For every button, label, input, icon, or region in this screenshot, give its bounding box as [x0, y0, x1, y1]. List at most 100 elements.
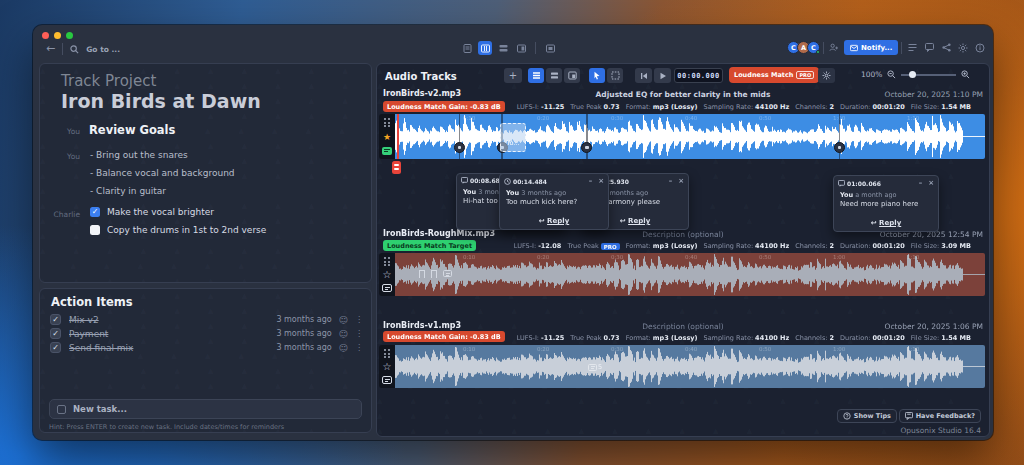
reaction-icon[interactable]: ☺: [339, 329, 348, 339]
stat: Format:mp3 (Lossy): [626, 103, 698, 111]
show-tips-button[interactable]: Show Tips: [837, 409, 897, 423]
loudness-gain-badge: Loudness Match Gain: -0.83 dB: [383, 101, 505, 112]
checkbox-checked[interactable]: ✓: [90, 207, 100, 217]
info-icon[interactable]: [973, 41, 987, 55]
waveform-track-3[interactable]: 0:100:200:300:400:501:001:10 5: [395, 345, 985, 388]
add-user-icon[interactable]: [827, 41, 841, 55]
reaction-icon[interactable]: ☺: [339, 343, 348, 353]
action-item-row[interactable]: ✓ Send final mix 3 months ago ☺ ⋮: [50, 341, 363, 354]
comment-marker[interactable]: [834, 142, 845, 153]
minimize-window-button[interactable]: [54, 32, 61, 39]
marquee-tool-button[interactable]: [607, 68, 623, 83]
zoom-out-icon[interactable]: [887, 70, 896, 79]
add-track-button[interactable]: +: [504, 68, 522, 83]
minimize-icon[interactable]: –: [919, 179, 923, 187]
layout-rows-icon[interactable]: [496, 41, 510, 55]
close-icon[interactable]: ×: [598, 177, 604, 185]
reaction-icon[interactable]: ☺: [339, 315, 348, 325]
tool-group: [589, 68, 623, 83]
queue-list-icon[interactable]: [905, 41, 919, 55]
settings-gear-icon[interactable]: [956, 41, 970, 55]
stat: True PeakPRO: [567, 242, 619, 250]
skip-to-start-button[interactable]: [635, 68, 652, 83]
action-item-row[interactable]: ✓ Mix-v2 3 months ago ☺ ⋮: [50, 313, 363, 326]
track-comment-icon[interactable]: [382, 147, 392, 155]
checkbox-checked[interactable]: ✓: [50, 342, 61, 353]
zoom-slider-knob[interactable]: [909, 71, 916, 78]
loudness-match-button[interactable]: Loudness Match PRO: [729, 67, 819, 83]
kebab-menu-icon[interactable]: ⋮: [355, 315, 363, 324]
maximize-window-button[interactable]: [66, 32, 73, 39]
cursor-tool-button[interactable]: [589, 68, 605, 83]
reply-link[interactable]: ↩ Reply: [834, 219, 938, 227]
layout-sidebar-icon[interactable]: [514, 41, 528, 55]
stat: Duration:00:01:20: [840, 334, 905, 342]
checklist-item[interactable]: Copy the drums in 1st to 2nd verse: [90, 225, 266, 235]
layout-columns-icon[interactable]: [478, 41, 492, 55]
close-icon[interactable]: ×: [928, 179, 934, 187]
minimize-icon[interactable]: –: [669, 177, 673, 185]
comment-marker[interactable]: [581, 142, 592, 153]
track-comment-icon[interactable]: [382, 284, 392, 292]
action-item-row[interactable]: ✓ Payment 3 months ago ☺ ⋮: [50, 327, 363, 340]
share-icon[interactable]: [939, 41, 953, 55]
bookmark-icon[interactable]: [431, 270, 437, 278]
list-view-button[interactable]: [528, 68, 544, 83]
clock-icon: [504, 178, 511, 185]
checkbox-unchecked[interactable]: [90, 225, 100, 235]
minimize-icon[interactable]: –: [589, 177, 593, 185]
new-task-checkbox: [57, 405, 66, 414]
track-handle-strip[interactable]: ☆: [379, 345, 395, 388]
comments-icon[interactable]: [922, 41, 936, 55]
waveform-track-1[interactable]: 0:100:200:300:400:501:001:10 To...: [395, 114, 985, 159]
focus-mode-icon[interactable]: [543, 41, 557, 55]
track-comment-icon[interactable]: [382, 376, 392, 384]
track-handle-strip[interactable]: ☆: [379, 253, 395, 296]
rows-view-button[interactable]: [546, 68, 562, 83]
drag-ghost-tooltip: To...: [500, 123, 526, 152]
comment-count-chip[interactable]: 5: [588, 363, 602, 371]
close-icon[interactable]: ×: [678, 177, 684, 185]
stat: LUFS-I:-12.08: [514, 242, 562, 250]
favorite-star-icon[interactable]: ☆: [383, 270, 392, 280]
checkbox-checked[interactable]: ✓: [50, 314, 61, 325]
track-settings-gear-icon[interactable]: [818, 68, 835, 83]
reply-link[interactable]: ↩ Reply: [500, 217, 608, 225]
comment-popup[interactable]: 01:00.066–× You a month ago Need more pi…: [833, 175, 939, 232]
comment-popup[interactable]: 00:14.484–× You 3 months ago Too much ki…: [499, 173, 609, 230]
timestamp: 3 months ago: [276, 329, 331, 338]
action-items-panel: ▲ ▲ ▲ ▲ ▲ ▲ ▲ ▲ ▲ ▲ ▲ ▲ ▲ ▲ ▲ ▲ ▲ ▲ ▲ ▲ …: [39, 288, 372, 433]
go-to-input[interactable]: Go to ...: [86, 45, 120, 54]
feedback-button[interactable]: Have Feedback?: [899, 409, 981, 423]
kebab-menu-icon[interactable]: ⋮: [355, 343, 363, 352]
grid-view-button[interactable]: [564, 68, 580, 83]
zoom-slider[interactable]: [901, 70, 956, 79]
layout-single-icon[interactable]: [460, 41, 474, 55]
pro-badge: PRO: [796, 71, 814, 79]
comment-marker[interactable]: [454, 142, 465, 153]
bookmark-icon[interactable]: [419, 270, 425, 278]
comment-box-icon[interactable]: [443, 270, 452, 277]
drag-grip-icon[interactable]: [384, 349, 391, 358]
zoom-in-icon[interactable]: [961, 70, 970, 79]
kebab-menu-icon[interactable]: ⋮: [355, 329, 363, 338]
checklist-item[interactable]: ✓ Make the vocal brighter: [90, 207, 214, 217]
favorite-star-icon[interactable]: ★: [383, 133, 391, 142]
track-stats: LUFS-I:-12.08True PeakPROFormat:mp3 (Los…: [514, 242, 971, 250]
close-window-button[interactable]: [42, 32, 49, 39]
avatar[interactable]: C: [807, 41, 820, 54]
favorite-star-icon[interactable]: ☆: [383, 362, 392, 372]
new-task-input[interactable]: New task...: [49, 399, 362, 419]
goal-item: - Clarity in guitar: [90, 186, 166, 196]
notify-button[interactable]: Notify...: [844, 40, 898, 55]
drag-grip-icon[interactable]: [384, 257, 391, 266]
drag-grip-icon[interactable]: [384, 118, 391, 127]
waveform-track-2[interactable]: 0:100:200:300:400:501:001:10: [395, 253, 985, 296]
play-button[interactable]: [654, 68, 671, 83]
checkbox-checked[interactable]: ✓: [50, 328, 61, 339]
playhead[interactable]: [397, 114, 399, 159]
comment-box-icon: [588, 364, 597, 371]
back-icon[interactable]: ←: [46, 42, 55, 56]
playhead-flag[interactable]: [392, 161, 401, 174]
track-handle-strip[interactable]: ★: [379, 114, 395, 159]
